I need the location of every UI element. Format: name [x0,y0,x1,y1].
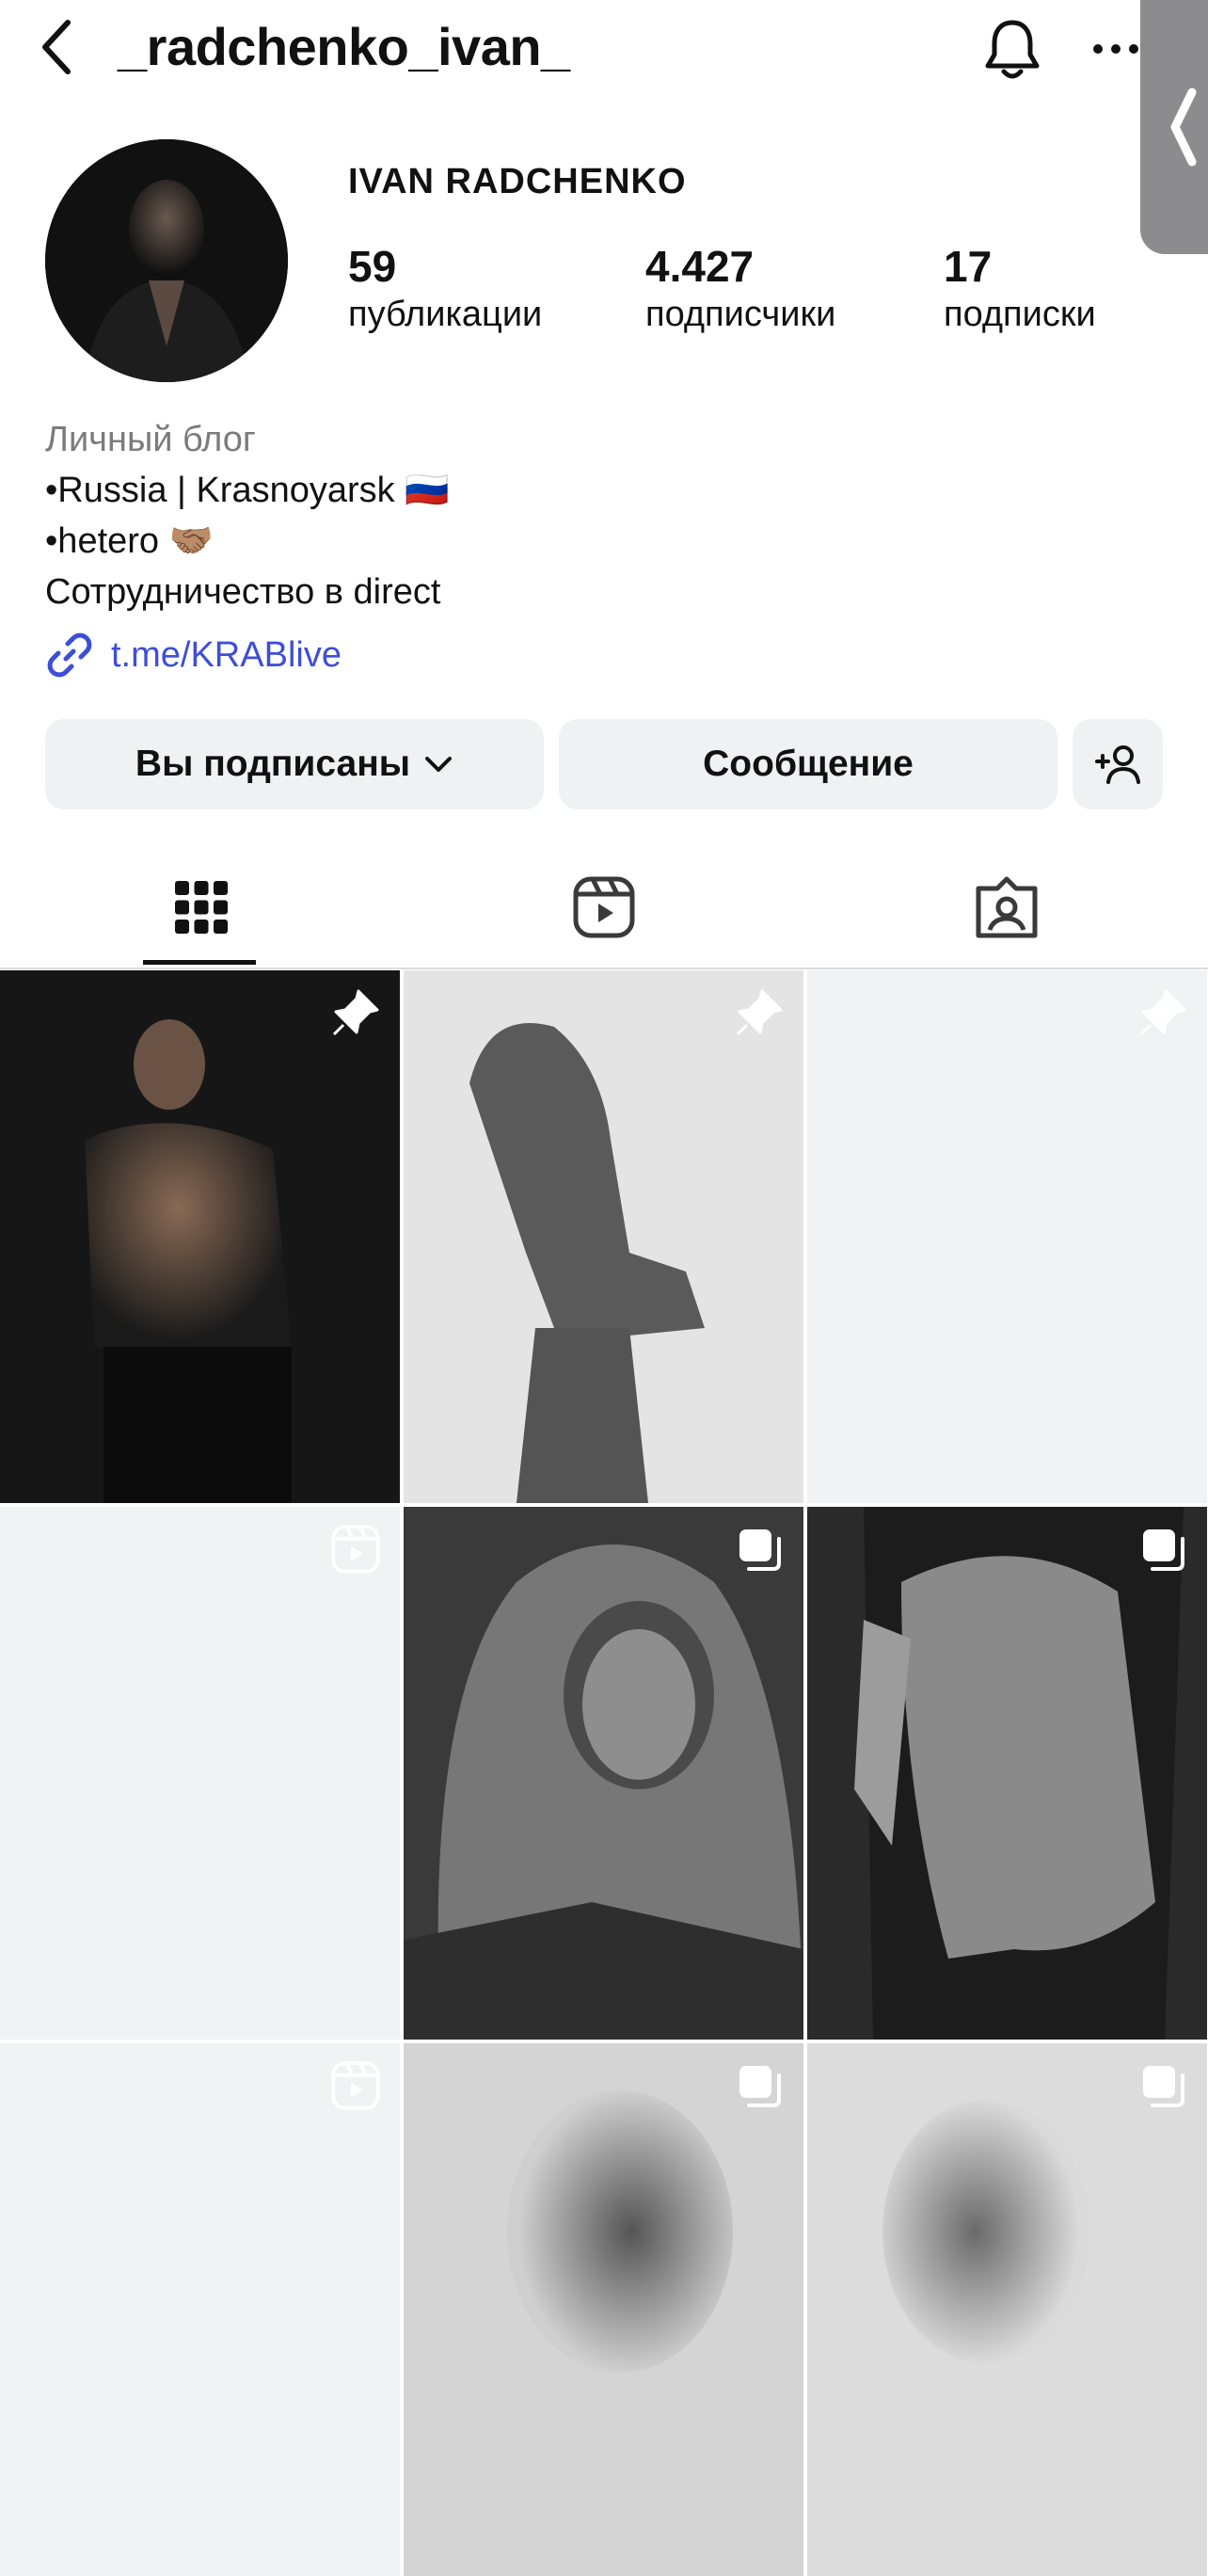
following-button[interactable]: Вы подписаны [45,719,544,809]
add-person-icon [1095,745,1140,784]
bio-line: Сотрудничество в direct [45,572,441,612]
carousel-icon [1143,2066,1184,2107]
tab-tagged[interactable] [805,847,1208,968]
post-thumbnail[interactable] [0,970,400,1503]
reels-icon [331,1525,380,1574]
tab-grid[interactable] [0,847,403,968]
profile-bio: Личный блог •Russia | Krasnoyarsk 🇷🇺 •he… [45,414,450,617]
avatar[interactable] [45,139,288,382]
chevron-down-icon [425,757,453,772]
back-button[interactable] [28,13,85,81]
profile-tabs [0,847,1208,969]
chevron-left-icon [1170,88,1197,167]
post-thumbnail[interactable] [0,2043,400,2576]
bio-line: •hetero 🤝🏽 [45,521,214,561]
post-thumbnail[interactable] [807,970,1207,1503]
following-label: подписки [944,295,1096,334]
post-thumbnail[interactable] [404,1507,803,2040]
post-thumbnail[interactable] [0,1507,400,2040]
message-button-label: Сообщение [703,744,914,784]
posts-count: 59 [348,242,397,291]
tab-reels[interactable] [403,847,805,968]
following-button-label: Вы подписаны [135,744,411,784]
bio-line: •Russia | Krasnoyarsk 🇷🇺 [45,471,450,510]
following-count: 17 [944,242,993,291]
reels-icon [331,2061,380,2110]
chevron-left-icon [42,20,71,74]
profile-category: Личный блог [45,420,256,459]
reels-icon [573,876,635,938]
more-horizontal-icon [1093,44,1138,54]
followers-count: 4.427 [645,242,755,291]
grid-icon [175,881,228,934]
profile-full-name: IVAN RADCHENKO [348,162,687,201]
active-tab-indicator [143,960,256,965]
followers-stat[interactable]: 4.427 подписчики [645,241,835,337]
bell-icon [985,20,1040,79]
profile-username: _radchenko_ivan_ [118,17,570,76]
pin-icon [332,989,379,1036]
followers-label: подписчики [645,295,836,334]
carousel-icon [1143,1529,1184,1571]
carousel-icon [739,2066,781,2107]
carousel-icon [739,1529,781,1571]
following-stat[interactable]: 17 подписки [944,241,1096,337]
post-thumbnail[interactable] [404,2043,803,2576]
posts-stat[interactable]: 59 публикации [348,241,542,337]
post-thumbnail[interactable] [404,970,803,1503]
posts-label: публикации [348,295,543,334]
link-icon [47,632,92,678]
post-thumbnail[interactable] [807,1507,1207,2040]
pin-icon [736,989,783,1036]
profile-header: _radchenko_ivan_ [0,0,1208,104]
profile-link-text: t.me/KRABlive [111,634,342,675]
notifications-button[interactable] [978,15,1046,83]
side-panel-handle[interactable] [1140,0,1208,254]
profile-link[interactable]: t.me/KRABlive [45,631,342,680]
pin-icon [1139,989,1186,1036]
suggest-users-button[interactable] [1073,719,1163,809]
message-button[interactable]: Сообщение [559,719,1057,809]
tagged-icon [976,876,1038,938]
post-thumbnail[interactable] [807,2043,1207,2576]
